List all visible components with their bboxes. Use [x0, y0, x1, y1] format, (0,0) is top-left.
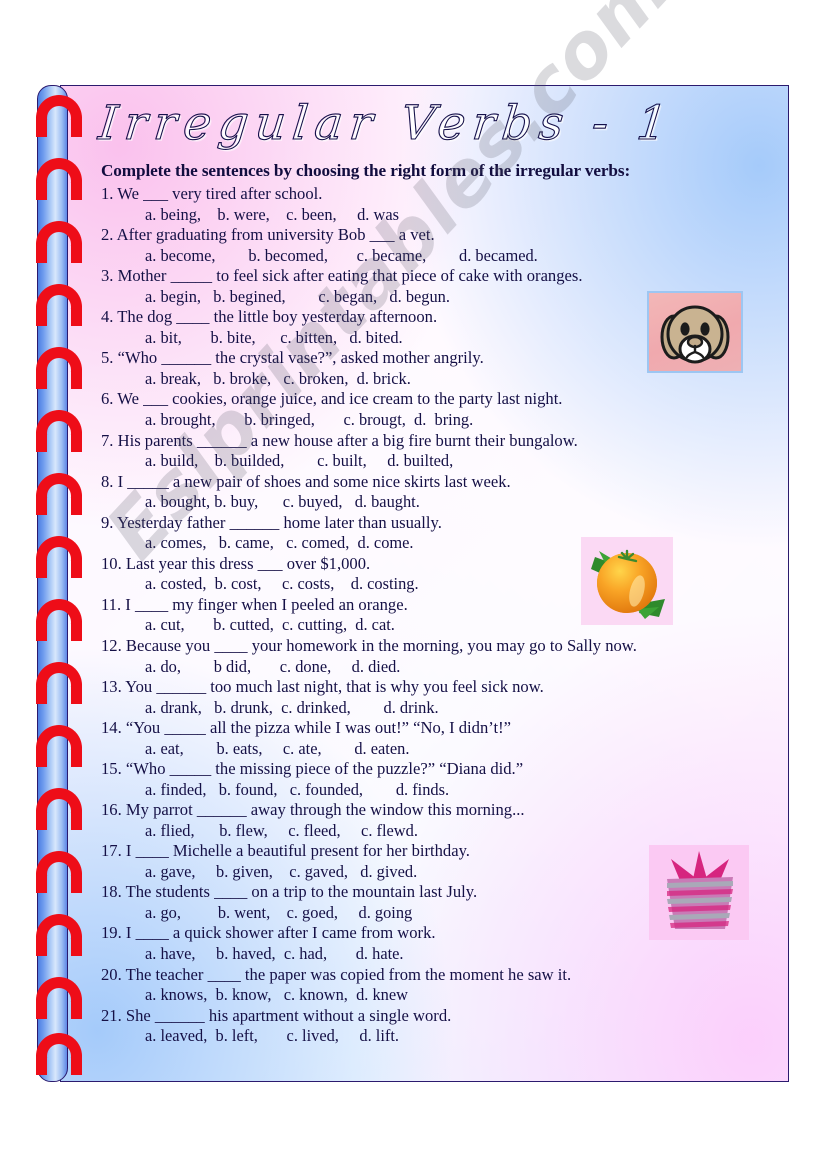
question-options[interactable]: a. build, b. builded, c. built, d. built… [85, 451, 783, 471]
question-options[interactable]: a. bit, b. bite, c. bitten, d. bited. [85, 328, 783, 348]
question-item: 5. “Who ______ the crystal vase?”, asked… [85, 348, 783, 389]
worksheet-page: Irregular Verbs - 1 Complete the sentenc… [29, 0, 789, 1082]
question-options[interactable]: a. leaved, b. left, c. lived, d. lift. [85, 1026, 783, 1046]
question-prompt: 16. My parrot ______ away through the wi… [101, 800, 525, 820]
question-options[interactable]: a. drank, b. drunk, c. drinked, d. drink… [85, 698, 783, 718]
question-item: 20. The teacher ____ the paper was copie… [85, 965, 783, 1006]
question-options[interactable]: a. comes, b. came, c. comed, d. come. [85, 533, 783, 553]
question-prompt: 5. “Who ______ the crystal vase?”, asked… [101, 348, 484, 368]
question-item: 14. “You _____ all the pizza while I was… [85, 718, 783, 759]
question-prompt: 8. I _____ a new pair of shoes and some … [101, 471, 511, 491]
question-prompt: 13. You ______ too much last night, that… [101, 676, 544, 696]
question-item: 15. “Who _____ the missing piece of the … [85, 759, 783, 800]
question-prompt: 2. After graduating from university Bob … [101, 225, 435, 245]
question-item: 19. I ____ a quick shower after I came f… [85, 923, 783, 964]
instructions-text: Complete the sentences by choosing the r… [101, 161, 631, 181]
question-prompt: 4. The dog ____ the little boy yesterday… [101, 307, 438, 327]
question-item: 9. Yesterday father ______ home later th… [85, 513, 783, 554]
question-item: 1. We ___ very tired after school. a. bei… [85, 184, 783, 225]
question-prompt: 17. I ____ Michelle a beautiful present … [101, 841, 470, 861]
question-options[interactable]: a. flied, b. flew, c. fleed, c. flewd. [85, 821, 783, 841]
question-options[interactable]: a. gave, b. given, c. gaved, d. gived. [85, 862, 783, 882]
question-prompt: 1. We ___ very tired after school. [101, 184, 323, 204]
question-item: 2. After graduating from university Bob … [85, 225, 783, 266]
question-options[interactable]: a. costed, b. cost, c. costs, d. costing… [85, 574, 783, 594]
question-prompt: 19. I ____ a quick shower after I came f… [101, 923, 436, 943]
question-options[interactable]: a. break, b. broke, c. broken, d. brick. [85, 369, 783, 389]
question-item: 8. I _____ a new pair of shoes and some … [85, 472, 783, 513]
question-options[interactable]: a. knows, b. know, c. known, d. knew [85, 985, 783, 1005]
question-list: 1. We ___ very tired after school. a. bei… [85, 184, 783, 1047]
question-options[interactable]: a. have, b. haved, c. had, d. hate. [85, 944, 783, 964]
question-item: 17. I ____ Michelle a beautiful present … [85, 841, 783, 882]
question-options[interactable]: a. become, b. becomed, c. became, d. bec… [85, 246, 783, 266]
question-prompt: 3. Mother _____ to feel sick after eatin… [101, 266, 583, 286]
question-options[interactable]: a. go, b. went, c. goed, d. going [85, 903, 783, 923]
question-prompt: 10. Last year this dress ___ over $1,000… [101, 553, 371, 573]
question-prompt: 20. The teacher ____ the paper was copie… [101, 964, 572, 984]
spiral-spine [37, 85, 68, 1082]
question-prompt: 15. “Who _____ the missing piece of the … [101, 759, 524, 779]
question-prompt: 11. I ____ my finger when I peeled an or… [101, 594, 408, 614]
question-prompt: 14. “You _____ all the pizza while I was… [101, 718, 511, 738]
question-item: 11. I ____ my finger when I peeled an or… [85, 595, 783, 636]
question-item: 6. We ___ cookies, orange juice, and ice… [85, 389, 783, 430]
page-title: Irregular Verbs - 1 [96, 95, 678, 151]
question-options[interactable]: a. begin, b. begined, c. began, d. begun… [85, 287, 783, 307]
question-item: 13. You ______ too much last night, that… [85, 677, 783, 718]
question-options[interactable]: a. eat, b. eats, c. ate, d. eaten. [85, 739, 783, 759]
question-prompt: 6. We ___ cookies, orange juice, and ice… [101, 389, 563, 409]
question-options[interactable]: a. brought, b. bringed, c. brougt, d. br… [85, 410, 783, 430]
question-item: 3. Mother _____ to feel sick after eatin… [85, 266, 783, 307]
worksheet-content: Irregular Verbs - 1 Complete the sentenc… [85, 85, 783, 1082]
question-item: 21. She ______ his apartment without a s… [85, 1006, 783, 1047]
question-item: 10. Last year this dress ___ over $1,000… [85, 554, 783, 595]
question-prompt: 18. The students ____ on a trip to the m… [101, 882, 478, 902]
question-item: 12. Because you ____ your homework in th… [85, 636, 783, 677]
question-options[interactable]: a. being, b. were, c. been, d. was [85, 205, 783, 225]
question-prompt: 9. Yesterday father ______ home later th… [101, 512, 442, 532]
question-options[interactable]: a. bought, b. buy, c. buyed, d. baught. [85, 492, 783, 512]
question-options[interactable]: a. finded, b. found, c. founded, d. find… [85, 780, 783, 800]
question-prompt: 21. She ______ his apartment without a s… [101, 1005, 452, 1025]
question-prompt: 12. Because you ____ your homework in th… [101, 635, 637, 655]
question-options[interactable]: a. do, b did, c. done, d. died. [85, 657, 783, 677]
question-item: 16. My parrot ______ away through the wi… [85, 800, 783, 841]
question-prompt: 7. His parents ______ a new house after … [101, 430, 578, 450]
question-item: 4. The dog ____ the little boy yesterday… [85, 307, 783, 348]
question-item: 18. The students ____ on a trip to the m… [85, 882, 783, 923]
question-options[interactable]: a. cut, b. cutted, c. cutting, d. cat. [85, 615, 783, 635]
question-item: 7. His parents ______ a new house after … [85, 431, 783, 472]
